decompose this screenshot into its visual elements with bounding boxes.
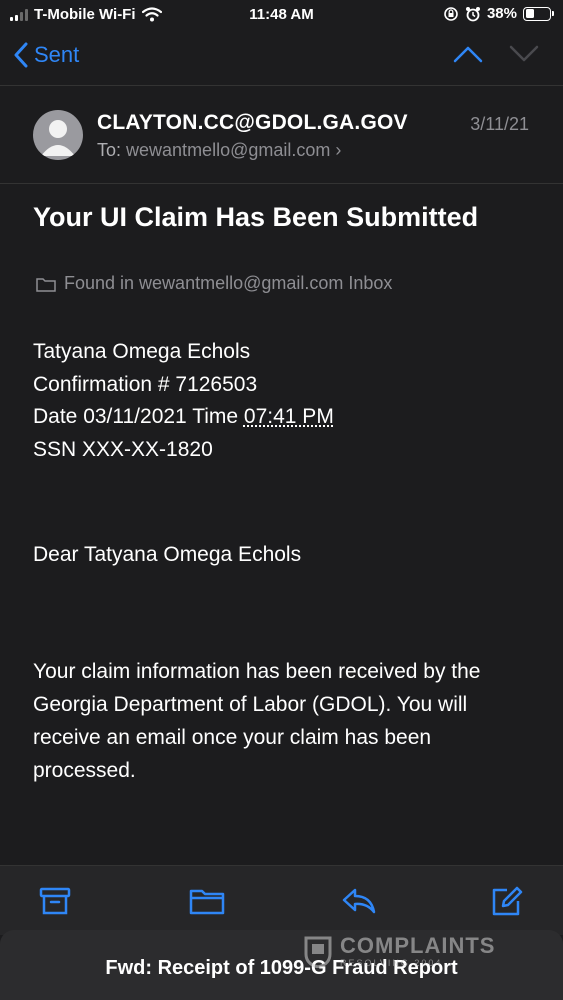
back-label: Sent <box>34 42 80 67</box>
to-label: To: <box>97 140 122 160</box>
chevron-left-icon <box>14 42 28 68</box>
claimant-name: Tatyana Omega Echols <box>33 340 251 363</box>
greeting: Dear Tatyana Omega Echols <box>33 543 302 566</box>
recipient-line[interactable]: To: wewantmello@gmail.com › <box>97 140 341 161</box>
battery-fill <box>525 9 535 18</box>
recipient-address: wewantmello@gmail.com <box>126 140 331 160</box>
complaints-board-watermark: COMPLAINTS RESOLVING 2004 <box>302 934 495 968</box>
folder-icon[interactable] <box>189 886 225 916</box>
ssn-line: SSN XXX-XX-1820 <box>33 437 213 461</box>
battery-icon <box>523 6 554 21</box>
chevron-right-icon: › <box>335 140 342 160</box>
reply-icon[interactable] <box>341 886 377 916</box>
battery-percent: 38% <box>486 5 517 22</box>
watermark-text: COMPLAINTS <box>340 933 496 958</box>
message-subject: Your UI Claim Has Been Submitted <box>33 202 479 232</box>
avatar[interactable] <box>33 110 83 160</box>
message-header: CLAYTON.CC@GDOL.GA.GOV 3/11/21 To: wewan… <box>0 86 563 184</box>
bottom-toolbar <box>0 865 563 935</box>
message-date: 3/11/21 <box>470 114 529 134</box>
claim-date-prefix: Date 03/11/2021 Time <box>33 405 244 428</box>
alarm-icon <box>465 6 480 21</box>
sender-address[interactable]: CLAYTON.CC@GDOL.GA.GOV <box>97 111 408 135</box>
watermark-year: 2004 <box>414 958 443 968</box>
status-bar: T-Mobile Wi-Fi 11:48 AM 38% <box>0 0 563 30</box>
shield-icon <box>304 936 332 968</box>
watermark-sub: RESOLVING <box>340 958 410 968</box>
navigation-bar: Sent <box>0 30 563 86</box>
person-icon <box>41 120 75 156</box>
chevron-up-icon[interactable] <box>453 44 483 64</box>
message-paragraph: Your claim information has been received… <box>33 660 481 782</box>
folder-icon <box>36 277 56 292</box>
chevron-down-icon[interactable] <box>509 44 539 64</box>
archive-icon[interactable] <box>39 886 71 916</box>
mail-screen: T-Mobile Wi-Fi 11:48 AM 38% Sent CLAYTON… <box>0 0 563 1000</box>
found-in-mailbox[interactable]: Found in wewantmello@gmail.com Inbox <box>36 273 392 294</box>
confirmation-number: Confirmation # 7126503 <box>33 372 258 396</box>
claim-time-link[interactable]: 07:41 PM <box>244 405 334 428</box>
found-in-label: Found in wewantmello@gmail.com Inbox <box>64 273 393 293</box>
message-body: Tatyana Omega Echols Confirmation # 7126… <box>33 336 533 466</box>
compose-icon[interactable] <box>491 886 523 916</box>
claim-date-line: Date 03/11/2021 Time 07:41 PM <box>33 401 533 434</box>
back-button[interactable]: Sent <box>14 42 79 68</box>
orientation-lock-icon <box>444 6 458 21</box>
